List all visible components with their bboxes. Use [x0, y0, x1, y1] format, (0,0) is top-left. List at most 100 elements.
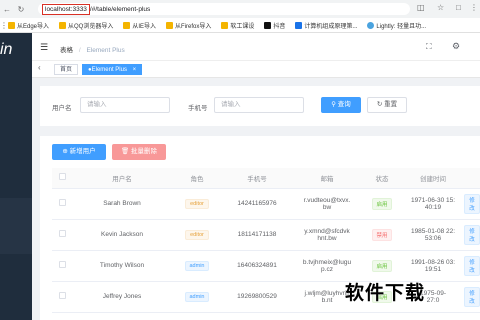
refresh-icon: ↻ [376, 101, 383, 108]
col-role: 角色 [172, 168, 222, 189]
favorites-icon[interactable]: ☆ [437, 3, 444, 12]
username-input[interactable]: 请输入 [80, 97, 170, 113]
folder-icon [166, 21, 174, 29]
bookmark-ie-import[interactable]: 从IE导入 [123, 21, 156, 30]
cell-role: editor [172, 188, 222, 220]
edit-button[interactable]: 修改 [464, 286, 480, 307]
watermark-text: 软件下载 [345, 283, 426, 304]
cell-role: admin [172, 250, 222, 282]
row-checkbox[interactable] [58, 230, 66, 237]
bookmark-menu-icon[interactable]: ⋮ [0, 21, 8, 30]
row-checkbox[interactable] [58, 292, 66, 299]
breadcrumb-item-element-plus: Element Plus [86, 47, 125, 54]
bookmark-lightly[interactable]: Lightly: 轻量且功... [367, 21, 426, 30]
menu-dots-icon[interactable]: ⋮ [470, 3, 478, 12]
col-email: 邮箱 [292, 168, 362, 189]
url-host-text: localhost:3333 [42, 3, 90, 15]
reset-button[interactable]: ↻ 重置 [367, 97, 407, 113]
search-card: 用户名 请输入 手机号 请输入 ⚲ 查询 ↻ 重置 [40, 86, 480, 126]
cell-phone: 19269800529 [222, 281, 292, 313]
query-button[interactable]: ⚲ 查询 [321, 97, 361, 113]
url-field[interactable]: localhost:3333 /#/table/element-plus [38, 3, 410, 15]
folder-icon [123, 21, 131, 29]
plus-circle-icon: ⊕ [62, 148, 68, 155]
folder-icon [59, 21, 67, 29]
cell-username: Jeffrey Jones [72, 281, 172, 313]
col-status: 状态 [362, 168, 402, 189]
bookmark-douyin[interactable]: 抖音 [264, 21, 285, 30]
tag-element-plus[interactable]: ●Element Plus × [82, 64, 143, 75]
status-badge: 启用 [372, 259, 392, 272]
folder-icon [221, 21, 229, 29]
edit-button[interactable]: 修改 [464, 224, 480, 245]
tag-close-icon[interactable]: × [133, 67, 137, 73]
col-phone: 手机号 [222, 168, 292, 189]
row-checkbox[interactable] [58, 199, 66, 206]
phone-input[interactable]: 请输入 [214, 97, 304, 113]
cell-created: 1985-01-08 22: 53:06 [402, 219, 464, 251]
phone-label: 手机号 [188, 105, 208, 112]
role-tag: admin [184, 291, 210, 302]
cell-actions: 修改 [464, 219, 480, 251]
username-label: 用户名 [52, 105, 72, 112]
sidebar: in [0, 33, 32, 320]
row-checkbox[interactable] [58, 261, 66, 268]
lightly-icon [367, 21, 375, 29]
cell-email: r.vudteou@txvx. bw [292, 188, 362, 220]
browser-extension-icon[interactable]: ◫ [417, 3, 425, 12]
fullscreen-icon[interactable]: ⛶ [426, 42, 432, 52]
refresh-icon[interactable]: ↻ [14, 5, 28, 14]
cell-email: y.xmnd@sfcdvk hnt.bw [292, 219, 362, 251]
settings-icon[interactable]: ⚙ [452, 41, 460, 52]
table-header-row: 用户名 角色 手机号 邮箱 状态 创建时间 [52, 168, 480, 189]
hamburger-menu-icon[interactable]: ☰ [40, 42, 48, 53]
row-select-cell [52, 281, 72, 313]
bookmark-edge-import[interactable]: 从Edge导入 [8, 21, 49, 30]
browser-address-bar: ← ↻ localhost:3333 /#/table/element-plus… [0, 0, 480, 18]
bookmark-course[interactable]: 软工课设 [221, 21, 254, 30]
app-logo: in [0, 41, 13, 58]
tag-home[interactable]: 首页 [54, 64, 79, 75]
douyin-icon [264, 21, 272, 29]
cell-actions: 修改 [464, 250, 480, 282]
select-all-cell [52, 168, 72, 189]
bookmark-computer-org[interactable]: 计算机组成原理第... [295, 21, 357, 30]
chevron-left-icon[interactable]: ‹ [38, 63, 41, 72]
cell-actions: 修改 [464, 188, 480, 220]
back-arrow-icon[interactable]: ← [0, 5, 14, 14]
role-tag: admin [184, 260, 210, 271]
site-icon [295, 21, 303, 29]
breadcrumb-item-table[interactable]: 表格 [60, 47, 73, 54]
breadcrumb: 表格 / Element Plus [60, 44, 125, 54]
sidebar-active-item[interactable] [0, 198, 32, 254]
cell-status: 禁用 [362, 219, 402, 251]
cell-phone: 18114171138 [222, 219, 292, 251]
col-created: 创建时间 [402, 168, 464, 189]
cell-username: Timothy Wilson [72, 250, 172, 282]
col-username: 用户名 [72, 168, 172, 189]
cell-created: 1991-08-26 03: 19:51 [402, 250, 464, 282]
select-all-checkbox[interactable] [58, 173, 66, 181]
search-icon: ⚲ [331, 101, 336, 108]
bookmark-qq-import[interactable]: 从QQ浏览器导入 [59, 21, 113, 30]
cell-actions: 修改 [464, 281, 480, 313]
cell-username: Kevin Jackson [72, 219, 172, 251]
bookmarks-bar: ⋮ 从Edge导入 从QQ浏览器导入 从IE导入 从Firefox导入 软工课设… [0, 18, 480, 33]
cell-email: b.tvjhmeix@lugu p.cz [292, 250, 362, 282]
folder-icon [8, 21, 15, 29]
cell-phone: 16406324891 [222, 250, 292, 282]
status-badge: 禁用 [372, 228, 392, 241]
bookmark-firefox-import[interactable]: 从Firefox导入 [166, 21, 211, 30]
batch-delete-button[interactable]: 🗑 批量删除 [112, 144, 166, 160]
table-row: Timothy Wilson admin 16406324891 b.tvjhm… [52, 250, 480, 282]
tags-view: ‹ 首页 ●Element Plus × [32, 61, 480, 78]
trash-icon: 🗑 [120, 148, 130, 155]
cell-phone: 14241165976 [222, 188, 292, 220]
edit-button[interactable]: 修改 [464, 193, 480, 214]
collections-icon[interactable]: □ [456, 3, 461, 12]
edit-button[interactable]: 修改 [464, 255, 480, 276]
cell-username: Sarah Brown [72, 188, 172, 220]
col-actions [464, 168, 480, 189]
add-user-button[interactable]: ⊕ 新增用户 [52, 144, 106, 160]
cell-created: 1971-06-30 15: 40:19 [402, 188, 464, 220]
